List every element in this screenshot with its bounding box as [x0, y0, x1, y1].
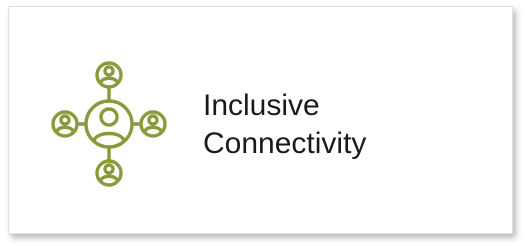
card-title-line-1: Inclusive — [203, 89, 320, 122]
network-people-icon — [39, 59, 179, 189]
card-title-line-2: Connectivity — [203, 127, 367, 160]
card: Inclusive Connectivity — [8, 6, 513, 234]
card-title: Inclusive Connectivity — [203, 87, 366, 163]
